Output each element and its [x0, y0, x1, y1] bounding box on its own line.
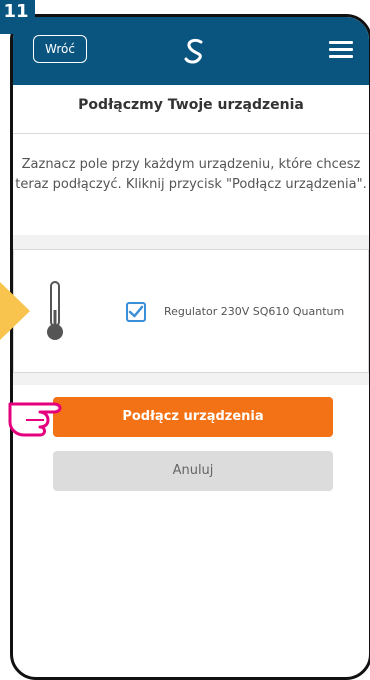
device-name: Regulator 230V SQ610 Quantum: [164, 305, 345, 318]
checkmark-icon: [128, 305, 144, 318]
s-logo-icon: [184, 38, 203, 64]
device-checkbox[interactable]: [126, 302, 146, 322]
phone-frame: Wróć Podłączmy Twoje urządzenia Zaznacz …: [10, 14, 370, 680]
cancel-button[interactable]: Anuluj: [53, 451, 333, 491]
pointer-arrow-icon: [0, 282, 30, 340]
thermometer-icon: [47, 281, 63, 340]
instructions-text: Zaznacz pole przy każdym urządzeniu, któ…: [15, 157, 367, 192]
back-button[interactable]: Wróć: [33, 35, 87, 63]
page-title: Podłączmy Twoje urządzenia: [78, 97, 304, 113]
title-divider: [13, 133, 369, 134]
top-bar: Wróć: [13, 17, 369, 85]
hamburger-menu-icon[interactable]: [329, 41, 353, 59]
device-list-item[interactable]: Regulator 230V SQ610 Quantum: [13, 249, 369, 373]
pointing-hand-icon: [8, 402, 62, 437]
connect-devices-button[interactable]: Podłącz urządzenia: [53, 397, 333, 437]
